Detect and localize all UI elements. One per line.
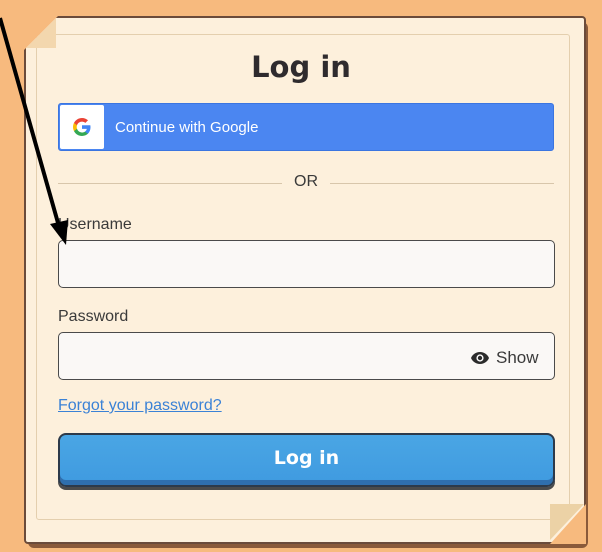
show-label: Show [496, 348, 539, 367]
corner-fold-bottom-right [550, 504, 584, 540]
or-divider: OR [58, 172, 554, 194]
username-label: Username [58, 216, 132, 233]
username-input[interactable] [58, 240, 555, 288]
corner-fold-top-left [26, 18, 56, 48]
google-g-icon [60, 105, 104, 149]
google-signin-button[interactable]: Continue with Google [58, 103, 554, 151]
show-password-toggle[interactable]: Show [470, 347, 539, 369]
eye-icon [471, 352, 489, 364]
or-text: OR [294, 173, 318, 190]
google-button-label: Continue with Google [115, 119, 259, 136]
divider-line-right [330, 183, 554, 184]
login-button[interactable]: Log in [58, 433, 555, 487]
password-label: Password [58, 308, 129, 325]
forgot-password-link[interactable]: Forgot your password? [58, 397, 222, 415]
page-title: Log in [251, 50, 351, 84]
login-button-label: Log in [273, 447, 340, 469]
